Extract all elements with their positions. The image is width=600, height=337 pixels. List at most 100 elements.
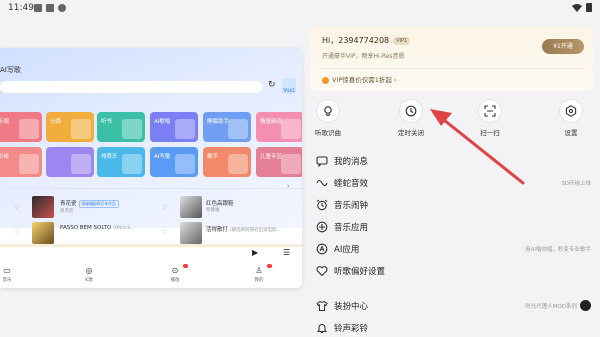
background-app-preview[interactable]: AI写歌 ↻ TALK1 乐唱 分类 听书 AI歌唱 睡眠助手 情感频道 乐绘 … xyxy=(0,48,302,288)
song-tag: (摘选将阿那的出道电影... xyxy=(229,228,281,233)
settings-hexagon-icon xyxy=(560,100,582,122)
scan-icon xyxy=(479,100,501,122)
vip-level-badge: VIP1 xyxy=(393,36,411,45)
status-notification-icons xyxy=(34,4,66,12)
song-cover xyxy=(180,196,202,218)
category-card-label: 乐唱 xyxy=(0,119,10,125)
category-card-label: 分类 xyxy=(50,119,62,125)
song-title: 红色高跟鞋 xyxy=(206,201,234,207)
quick-action-label: 设置 xyxy=(564,129,578,137)
heart-icon: ♡ xyxy=(14,229,20,236)
category-card-label: 乐绘 xyxy=(0,154,10,160)
heart-icon: ♡ xyxy=(14,204,20,211)
menu-item-label: 装扮中心 xyxy=(334,302,369,312)
karaoke-nav-icon: ◎ xyxy=(85,266,93,275)
menu-item-sound-effect[interactable]: 蝰蛇音效 3D环绕上线 xyxy=(310,174,593,192)
status-bar: 11:49 xyxy=(0,0,600,18)
user-greeting: Hi，2394774208 xyxy=(322,36,390,45)
song-item: 红色高跟鞋 蔡健雅 xyxy=(206,199,234,213)
heart-preference-icon xyxy=(316,266,328,277)
nav-item: ▭ 音乐 xyxy=(0,266,22,283)
shirt-icon xyxy=(316,300,328,311)
menu-item-music-apps[interactable]: 音乐应用 xyxy=(310,218,593,236)
category-card-label: AI写歌 xyxy=(154,154,171,160)
song-cover xyxy=(32,196,54,218)
menu-item-ai-apps[interactable]: AI应用 用AI唱你唱，秒变专业歌手 xyxy=(310,240,593,258)
menu-item-hint: 用AI唱你唱，秒变专业歌手 xyxy=(525,247,591,253)
song-item: 活得散打 (摘选将阿那的出道电影... xyxy=(206,225,281,233)
quick-action-settings[interactable]: 设置 xyxy=(546,100,596,137)
mini-player: ▶ ☰ xyxy=(0,244,302,260)
category-card: 分类 xyxy=(46,112,94,142)
nav-item: ⊙ 播放 · xyxy=(160,264,190,283)
music-nav-icon: ▭ xyxy=(3,266,11,275)
play-icon: ▶ xyxy=(252,248,259,257)
song-title: 青花瓷 xyxy=(60,201,77,207)
song-cover xyxy=(32,222,54,244)
menu-item-alarm[interactable]: 音乐闹钟 xyxy=(310,196,593,214)
bg-talk-badge: TALK1 xyxy=(282,78,296,94)
quick-action-timer[interactable]: 定时关闭 xyxy=(386,100,436,137)
vip-deal-link[interactable]: VIP惊喜价仅需1折起 › xyxy=(322,74,397,84)
nav-badge: · xyxy=(182,264,188,268)
category-card xyxy=(46,147,94,177)
heart-icon: ♡ xyxy=(162,204,168,211)
category-card: 乐绘 xyxy=(0,147,42,177)
menu-item-label: 我的消息 xyxy=(334,157,369,167)
category-card: AI写歌 xyxy=(150,147,198,177)
category-card-label: 排首乐 xyxy=(101,154,118,160)
quick-action-listen[interactable]: 听歌识曲 xyxy=(303,100,353,137)
song-artist: 蔡健雅 xyxy=(206,208,220,213)
category-card: 情感频道 xyxy=(256,112,302,142)
battery-icon xyxy=(586,3,592,12)
app-icon xyxy=(316,221,328,233)
sound-effect-icon xyxy=(316,179,328,187)
menu-item-label: 音乐闹钟 xyxy=(334,201,369,211)
wifi-icon xyxy=(572,3,582,12)
vip-subtitle: 开通豪华VIP，畅享Hi-Res音质 xyxy=(322,53,405,60)
song-tag: 限量编配网日本作品 xyxy=(78,199,119,208)
vip-deal-text: VIP惊喜价仅需1折起 xyxy=(332,76,392,84)
vip-card[interactable]: Hi，2394774208 VIP1 开通豪华VIP，畅享Hi-Res音质 ¥1开… xyxy=(310,26,593,91)
category-card-label: 情感频道 xyxy=(260,119,283,125)
song-item: 青花瓷 限量编配网日本作品 周杰伦 xyxy=(60,199,119,214)
category-card-label: 睡眠助手 xyxy=(207,119,230,125)
menu-item-label: AI应用 xyxy=(334,245,360,255)
menu-item-ringtone[interactable]: 铃声彩铃 xyxy=(310,319,593,337)
notification-icon xyxy=(58,4,66,12)
clock-icon xyxy=(400,100,422,122)
song-title: 活得散打 xyxy=(206,227,229,233)
greeting: Hi，2394774208 VIP1 xyxy=(322,35,411,46)
menu-item-messages[interactable]: 我的消息 xyxy=(310,152,593,170)
quick-action-scan[interactable]: 扫一扫 xyxy=(465,100,515,137)
nav-item-label: 播放 xyxy=(170,278,180,283)
category-card: 排首乐 xyxy=(97,147,145,177)
message-icon xyxy=(316,156,328,167)
quick-action-label: 扫一扫 xyxy=(480,129,500,137)
category-card-label: 歌手 xyxy=(207,154,219,160)
status-time: 11:49 xyxy=(8,3,34,13)
category-card: 乐唱 xyxy=(0,112,42,142)
song-item: PASSO BEM SOLTO (Ultra S... xyxy=(60,225,134,231)
notification-icon xyxy=(46,4,54,12)
player-progress-bar xyxy=(0,245,302,247)
mod-avatar-icon xyxy=(580,300,591,311)
alarm-icon xyxy=(316,199,328,211)
menu-item-preferences[interactable]: 听歌偏好设置 xyxy=(310,262,593,280)
menu-item-dressup[interactable]: 装扮中心 时光代理人MOD系列 xyxy=(310,297,593,315)
open-vip-button[interactable]: ¥1开通 xyxy=(542,39,584,54)
playlist-icon: ☰ xyxy=(283,248,291,257)
nav-badge: · xyxy=(266,264,272,268)
menu-item-hint: 3D环绕上线 xyxy=(561,181,591,187)
nav-item-label: 音乐 xyxy=(2,278,12,283)
bottom-navigation: ▭ 音乐 ◎ K歌 ⊙ 播放 · ♙ 我的 · xyxy=(0,262,302,288)
category-card: 听书 xyxy=(97,112,145,142)
song-title: PASSO BEM SOLTO xyxy=(60,225,112,231)
divider xyxy=(0,188,302,189)
category-card-label: 儿童专区 xyxy=(260,154,283,160)
chevron-right-icon: › xyxy=(287,182,290,190)
heart-icon: ♡ xyxy=(162,229,168,236)
category-card: AI歌唱 xyxy=(150,112,198,142)
category-card-label: 听书 xyxy=(101,119,113,125)
song-cover xyxy=(180,222,202,244)
